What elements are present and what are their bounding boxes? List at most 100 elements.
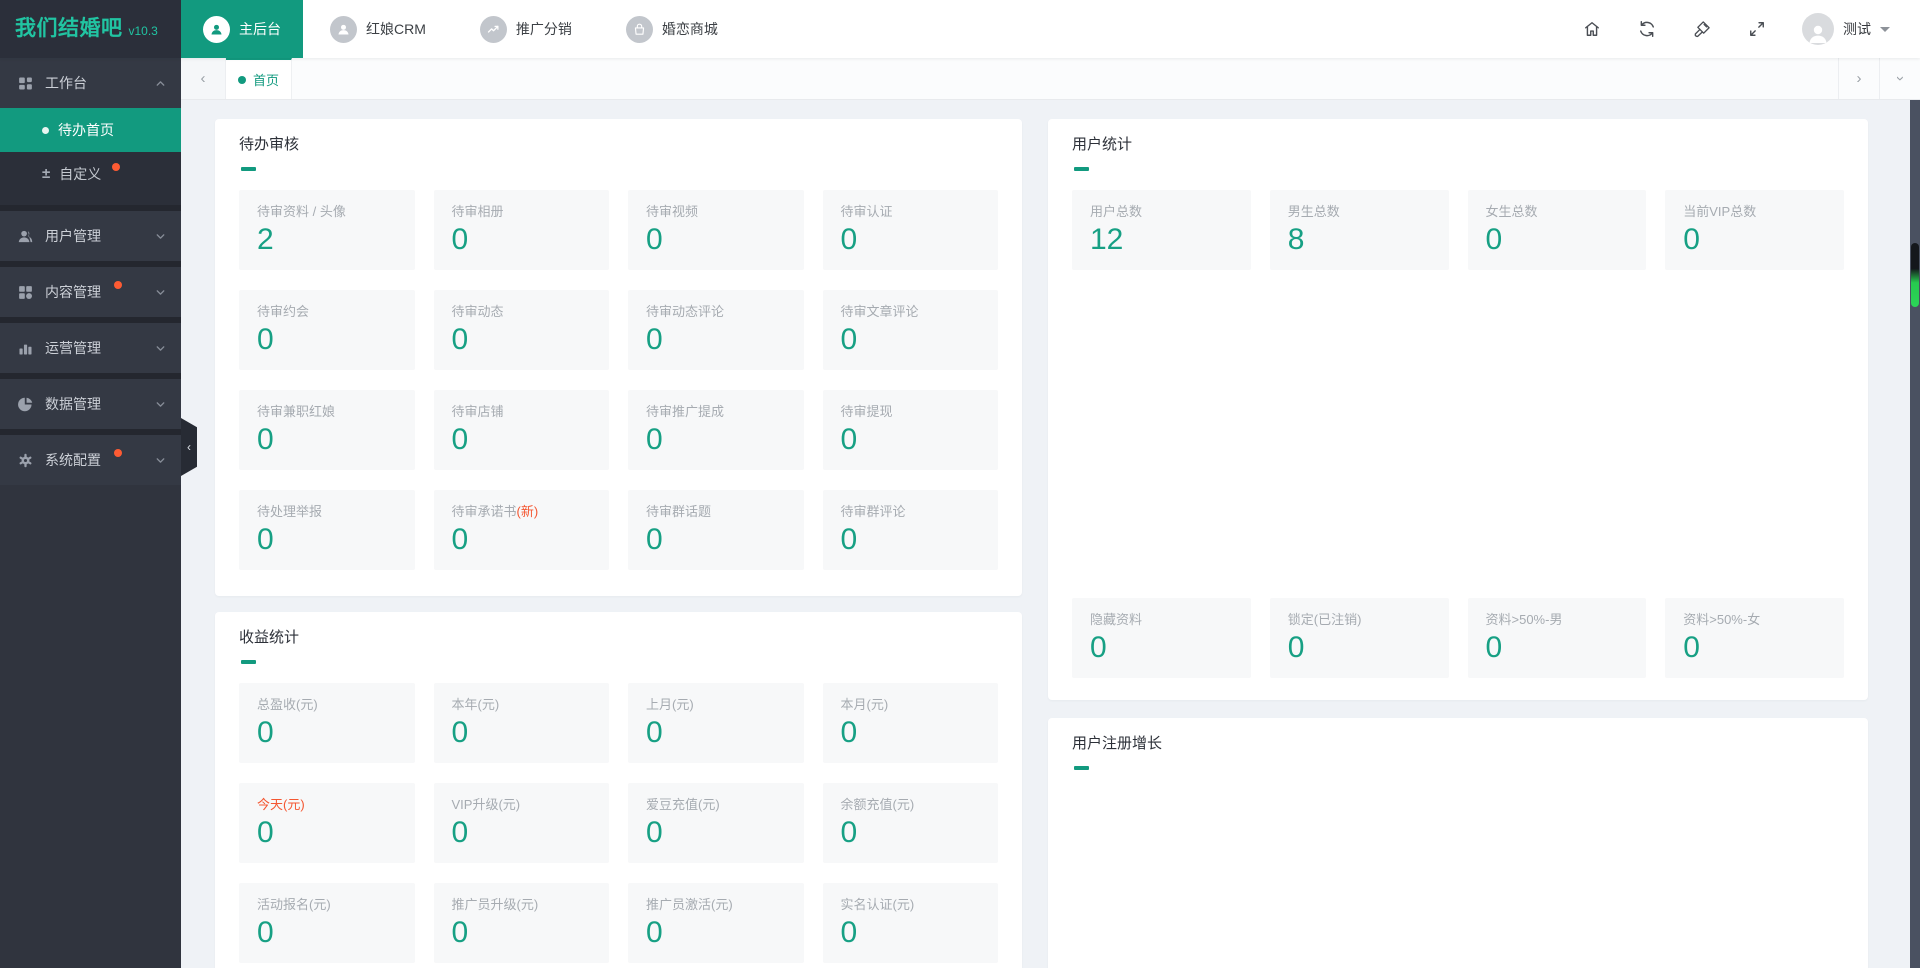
tag-home[interactable]: 首页 [226,58,292,99]
clear-cache-icon[interactable] [1692,19,1712,39]
avatar-icon [1802,13,1834,45]
chevron-down-icon [154,454,167,467]
top-header: 我们结婚吧 v10.3 主后台 红娘CRM 推广分销 婚恋商城 测试 [0,0,1920,58]
sidebar-item-todo-home[interactable]: 待办首页 [0,108,181,152]
stat-box[interactable]: 待审约会 0 [239,290,415,370]
stat-box: 本月(元) 0 [822,683,998,763]
tab-promotion[interactable]: 推广分销 [453,0,599,58]
stat-label: 待审文章评论 [840,304,919,319]
stat-value: 0 [451,323,469,356]
stat-label: 待处理举报 [257,504,323,519]
sidebar-collapse-handle[interactable]: ‹ [181,418,197,476]
stat-box[interactable]: 待审店铺 0 [433,390,609,470]
sidebar-item-label: 数据管理 [45,396,101,412]
stat-value: 0 [451,523,469,556]
stat-value: 0 [646,916,663,949]
sidebar-item-custom[interactable]: ± 自定义 [0,152,181,196]
stat-box[interactable]: 待审资料 / 头像 2 [239,190,415,270]
stat-label: 待审动态 [451,304,504,319]
stat-label: 待审约会 [257,304,310,319]
stat-box: 推广员升级(元) 0 [433,883,609,963]
promotion-icon [479,15,507,43]
tab-mall[interactable]: 婚恋商城 [599,0,745,58]
sidebar-item-data-management[interactable]: 数据管理 [0,379,181,429]
stat-value: 0 [257,716,274,749]
stat-box[interactable]: 待审承诺书(新) 0 [433,490,609,570]
tab-label: 推广分销 [515,21,572,37]
sidebar-item-content-management[interactable]: 内容管理 [0,267,181,317]
tags-scroll-left-button[interactable]: ‹ [181,58,226,99]
stat-box[interactable]: 待审动态评论 0 [628,290,804,370]
sidebar-item-workbench[interactable]: 工作台 [0,58,181,108]
stat-box[interactable]: 待审提现 0 [822,390,998,470]
tags-scroll-right-button[interactable]: › [1838,58,1879,99]
stat-box[interactable]: 待审推广提成 0 [628,390,804,470]
stat-label: 待审提现 [840,404,893,419]
scrollbar[interactable] [1910,100,1920,968]
user-menu[interactable]: 测试 [1802,13,1890,45]
pie-chart-icon [17,396,34,413]
stat-box: 爱豆充值(元) 0 [628,783,804,863]
stat-box[interactable]: 待审群话题 0 [628,490,804,570]
stat-label-today: 今天(元) [257,797,305,812]
stat-box[interactable]: 待审兼职红娘 0 [239,390,415,470]
stat-box[interactable]: 待审文章评论 0 [822,290,998,370]
sidebar-item-label: 自定义 [59,166,102,182]
app-name: 我们结婚吧 [15,17,123,40]
stat-value: 0 [257,916,274,949]
sidebar-item-system-settings[interactable]: 系统配置 [0,435,181,485]
stat-box[interactable]: 待审认证 0 [822,190,998,270]
stat-box[interactable]: 待审相册 0 [433,190,609,270]
stat-label: 待审店铺 [451,404,504,419]
sidebar-item-label: 系统配置 [45,452,101,468]
chevron-down-icon [154,230,167,243]
stat-box: 总盈收(元) 0 [239,683,415,763]
fullscreen-icon[interactable] [1747,19,1767,39]
chevron-down-icon [154,398,167,411]
sidebar-item-label: 用户管理 [45,228,101,244]
scrollbar-thumb[interactable] [1911,243,1919,307]
header-actions: 测试 [1582,0,1920,58]
stat-value: 0 [257,523,274,556]
home-icon[interactable] [1582,19,1602,39]
stat-box: 推广员激活(元) 0 [628,883,804,963]
stat-box: 上月(元) 0 [628,683,804,763]
app-root: 我们结婚吧 v10.3 主后台 红娘CRM 推广分销 婚恋商城 测试 工作台 待… [0,0,1920,968]
stat-box: 今天(元) 0 [239,783,415,863]
tab-matchmaker-crm[interactable]: 红娘CRM [303,0,453,58]
app-logo[interactable]: 我们结婚吧 v10.3 [0,0,181,58]
chevron-up-icon [154,77,167,90]
right-column: 用户统计 用户总数 12 男生总数 8 女生总数 0 当前VIP总数 0 隐藏资料 0 锁… [1048,119,1868,968]
stat-value: 0 [1683,223,1700,256]
stat-box[interactable]: 待审视频 0 [628,190,804,270]
user-stats-top-grid: 用户总数 12 男生总数 8 女生总数 0 当前VIP总数 0 [1072,190,1844,270]
tags-menu-button[interactable]: › [1879,58,1920,99]
bar-chart-icon [17,340,34,357]
stat-label: 推广员激活(元) [646,897,733,912]
stat-value: 0 [1090,631,1107,664]
sidebar-item-operations-management[interactable]: 运营管理 [0,323,181,373]
refresh-icon[interactable] [1637,19,1657,39]
stat-label: 资料>50%-女 [1683,612,1761,627]
users-icon [17,228,34,245]
stat-label: 待审相册 [451,204,504,219]
stat-value: 0 [646,523,663,556]
sidebar-item-user-management[interactable]: 用户管理 [0,211,181,261]
content-icon [17,284,34,301]
matchmaker-icon [330,15,357,43]
stat-label: 资料>50%-男 [1485,612,1563,627]
revenue-stat-grid: 总盈收(元) 0 本年(元) 0 上月(元) 0 本月(元) 0 今天(元) 0 VIP升… [239,683,998,963]
stat-value: 0 [451,716,469,749]
bullet-icon [42,126,49,134]
stat-box: VIP升级(元) 0 [433,783,609,863]
stat-box[interactable]: 待处理举报 0 [239,490,415,570]
stat-box[interactable]: 待审群评论 0 [822,490,998,570]
stat-value: 8 [1287,223,1305,256]
tab-label: 红娘CRM [366,21,426,37]
stat-value: 2 [257,223,274,256]
app-version: v10.3 [128,24,158,38]
tab-label: 主后台 [239,21,281,37]
stat-box[interactable]: 待审动态 0 [433,290,609,370]
sidebar-item-label: 工作台 [45,75,87,91]
tab-main-admin[interactable]: 主后台 [181,0,303,58]
